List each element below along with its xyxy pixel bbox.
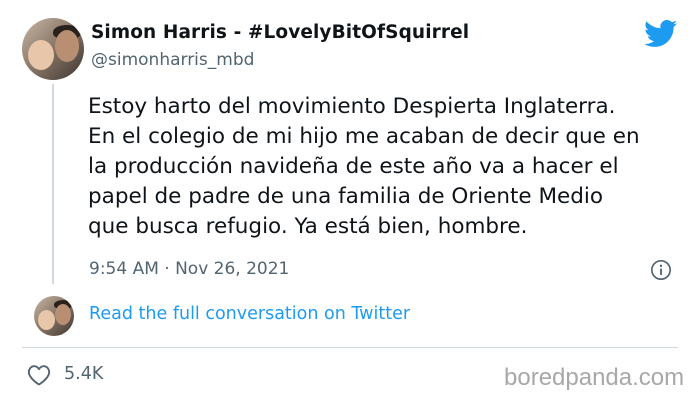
author-display-name[interactable]: Simon Harris - #LovelyBitOfSquirrel [91,22,469,43]
twitter-bird-icon[interactable] [644,20,678,48]
reply-avatar[interactable] [34,296,74,336]
heart-icon[interactable] [27,364,51,386]
avatar-man-face [55,30,79,62]
avatar-child-face [38,310,55,330]
boredpanda-watermark: boredpanda.com [504,364,685,391]
avatar-child-face [28,40,54,70]
tweet-text: Estoy harto del movimiento Despierta Ing… [88,94,640,239]
info-icon[interactable] [650,259,672,281]
read-full-conversation-link[interactable]: Read the full conversation on Twitter [89,304,410,324]
thread-connector-line [52,84,54,284]
divider [22,347,678,348]
author-avatar[interactable] [22,18,84,80]
avatar-man-face [55,304,71,325]
like-count[interactable]: 5.4K [64,364,103,384]
tweet-timestamp[interactable]: 9:54 AM · Nov 26, 2021 [89,259,289,279]
author-handle[interactable]: @simonharris_mbd [91,50,254,70]
